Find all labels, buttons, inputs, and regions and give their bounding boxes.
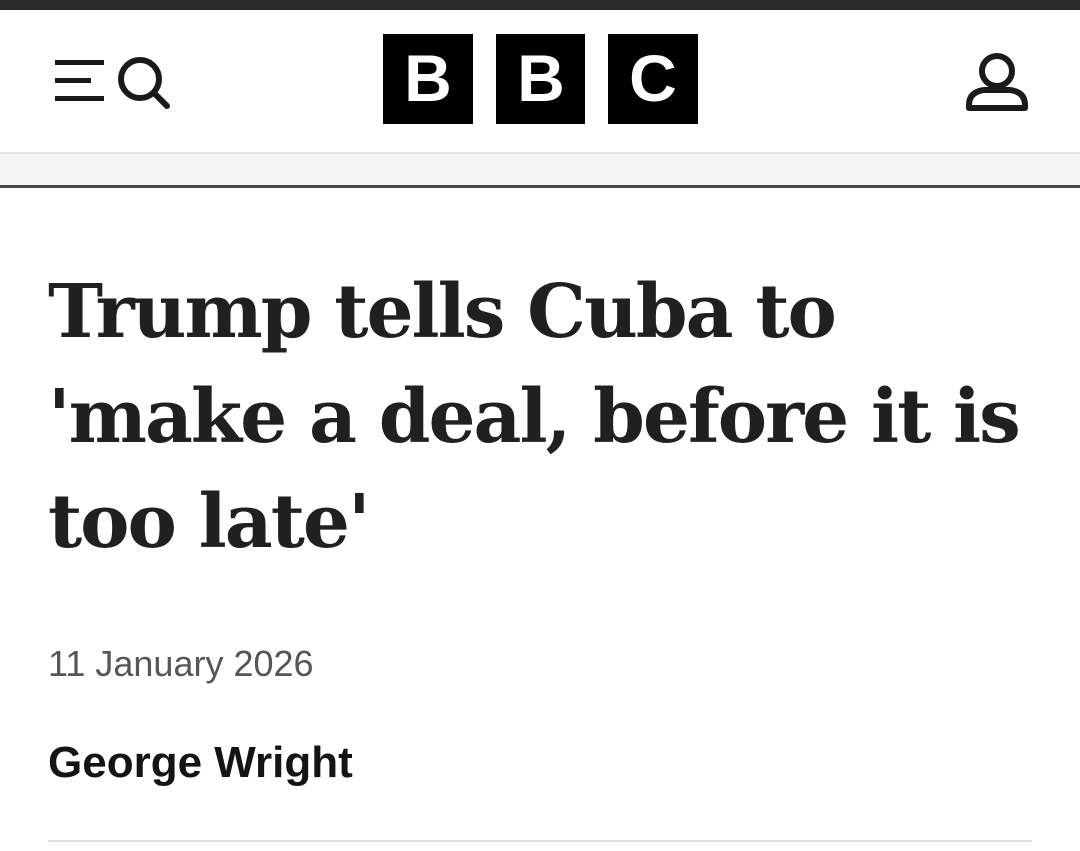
status-strip [0,0,1080,10]
logo-letter-b2-text: B [517,49,565,109]
logo-letter-c-text: C [629,49,677,109]
article-date: 11 January 2026 [48,643,314,684]
byline-divider [48,840,1032,842]
article-header: Trump tells Cuba to 'make a deal, before… [48,260,1038,575]
site-header: B B C [0,10,1080,152]
bbc-logo[interactable]: B B C [383,34,699,124]
logo-block-c: C [608,34,699,124]
logo-block-b2: B [495,34,586,124]
user-icon [966,53,1028,111]
navigation-bar [0,152,1080,188]
menu-search-button[interactable] [50,50,176,110]
menu-search-icon [55,57,170,109]
article-byline[interactable]: George Wright [48,737,353,789]
article-headline: Trump tells Cuba to 'make a deal, before… [48,269,1021,565]
account-button[interactable] [962,50,1032,116]
logo-letter-b1-text: B [404,49,452,109]
logo-letter-b1: B [404,49,452,109]
logo-letter-c: C [629,49,677,109]
logo-block-b1: B [383,34,473,124]
logo-letter-b2: B [517,49,565,109]
